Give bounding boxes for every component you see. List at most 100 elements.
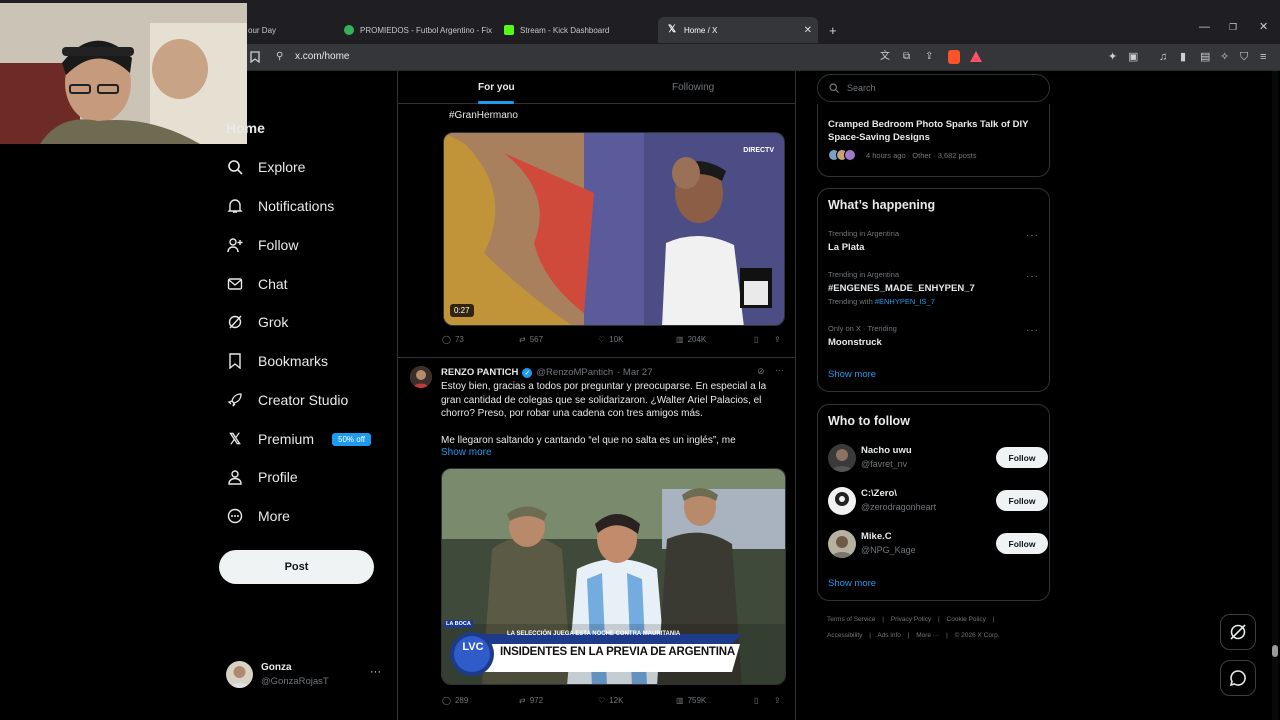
tweet-video[interactable]: DIRECTV 0:27 xyxy=(443,132,785,326)
tab-label: PROMIEDOS - Futbol Argentino - Fixture xyxy=(360,25,492,35)
trend-context: Trending in Argentina xyxy=(828,229,900,238)
nav-home[interactable]: Home xyxy=(226,113,265,143)
bookmark-page-icon[interactable] xyxy=(250,51,260,66)
trending-with-tag[interactable]: #ENHYPEN_IS_7 xyxy=(875,297,935,306)
translate-icon[interactable]: 文 xyxy=(880,52,890,62)
media-icon[interactable]: ♫ xyxy=(1159,52,1167,63)
cookie-link[interactable]: Cookie Policy xyxy=(947,616,986,623)
close-tab-icon[interactable]: ✕ xyxy=(804,25,812,36)
account-switcher[interactable]: Gonza @GonzaRojasT ··· xyxy=(226,660,386,690)
more-link[interactable]: More ··· xyxy=(916,632,939,639)
nav-premium[interactable]: 𝕏 Premium 50% off xyxy=(226,424,371,454)
menu-icon[interactable]: ≡ xyxy=(1260,52,1266,63)
nav-more[interactable]: More xyxy=(226,501,290,531)
like-button[interactable]: ♡ 10K xyxy=(598,335,623,344)
wallet-icon[interactable]: ▣ xyxy=(1128,52,1138,63)
terms-link[interactable]: Terms of Service xyxy=(827,616,875,623)
url-field[interactable]: x.com/home xyxy=(295,51,349,62)
follow-show-more-link[interactable]: Show more xyxy=(828,578,876,589)
share-button[interactable]: ⇪ xyxy=(774,335,781,344)
trend-item[interactable]: Only on X · Trending Moonstruck ··· xyxy=(818,321,1049,357)
show-more-link[interactable]: Show more xyxy=(441,447,492,458)
tweet-image[interactable]: LA BOCA LVC LA SELECCIÓN JUEGA ESTA NOCH… xyxy=(441,468,786,685)
tab-promiedos[interactable]: PROMIEDOS - Futbol Argentino - Fixture xyxy=(334,17,492,43)
tweet-hashtag[interactable]: #GranHermano xyxy=(449,109,518,123)
bookmark-button[interactable]: ▯ xyxy=(754,335,758,344)
trend-more-icon[interactable]: ··· xyxy=(1026,271,1039,282)
trends-show-more-link[interactable]: Show more xyxy=(828,369,876,380)
tweet-more-icon[interactable]: ··· xyxy=(775,365,784,375)
repost-button[interactable]: ⇄ 567 xyxy=(519,335,543,344)
privacy-link[interactable]: Privacy Policy xyxy=(891,616,931,623)
tweet-date[interactable]: · Mar 27 xyxy=(617,367,652,378)
like-button[interactable]: ♡ 12K xyxy=(598,696,623,705)
vpn-icon[interactable]: ⛉ xyxy=(1240,52,1248,63)
accessibility-link[interactable]: Accessibility xyxy=(827,632,862,639)
trend-item[interactable]: Trending in Argentina #ENGENES_MADE_ENHY… xyxy=(818,267,1049,311)
nav-follow[interactable]: Follow xyxy=(226,230,298,260)
nav-profile[interactable]: Profile xyxy=(226,462,298,492)
video-duration: 0:27 xyxy=(450,304,474,317)
follow-suggestion[interactable]: Mike.C @NPG_Kage Follow xyxy=(828,528,1048,562)
nav-grok[interactable]: Grok xyxy=(226,307,288,337)
site-settings-icon[interactable]: ⚲ xyxy=(276,52,283,62)
tab-kick[interactable]: Stream - Kick Dashboard xyxy=(494,17,654,43)
restore-icon[interactable]: ❐ xyxy=(1229,23,1237,32)
brave-rewards-icon[interactable] xyxy=(970,51,982,62)
leo-ai-icon[interactable]: ✧ xyxy=(1220,52,1229,63)
search-input[interactable]: Search xyxy=(817,74,1050,102)
news-card[interactable]: Cramped Bedroom Photo Sparks Talk of DIY… xyxy=(817,104,1050,177)
account-menu-icon[interactable]: ··· xyxy=(370,666,381,678)
open-external-icon[interactable]: ⧉ xyxy=(903,52,910,62)
share-button[interactable]: ⇪ xyxy=(774,696,781,705)
reply-button[interactable]: ◯ 73 xyxy=(442,335,464,344)
author-name[interactable]: RENZO PANTICH xyxy=(441,367,518,378)
trend-more-icon[interactable]: ··· xyxy=(1026,230,1039,241)
kick-favicon xyxy=(504,25,514,35)
tweet-header: RENZO PANTICH ✓ @RenzoMPantich · Mar 27 xyxy=(441,367,653,378)
follow-suggestion[interactable]: Nacho uwu @favret_nv Follow xyxy=(828,442,1048,476)
tab-following[interactable]: Following xyxy=(672,71,714,104)
brave-shield-icon[interactable] xyxy=(948,50,960,64)
tab-for-you[interactable]: For you xyxy=(478,71,515,104)
author-handle[interactable]: @RenzoMPantich xyxy=(536,367,613,378)
reply-button[interactable]: ◯ 289 xyxy=(442,696,468,705)
repost-button[interactable]: ⇄ 972 xyxy=(519,696,543,705)
follow-button[interactable]: Follow xyxy=(996,447,1048,468)
views-button[interactable]: ▥ 759K xyxy=(676,696,706,705)
trend-more-icon[interactable]: ··· xyxy=(1026,325,1039,336)
extensions-icon[interactable]: ✦ xyxy=(1108,52,1117,63)
grok-icon[interactable]: ⊘ xyxy=(757,366,765,377)
minimize-icon[interactable]: — xyxy=(1199,22,1210,33)
ads-info-link[interactable]: Ads info xyxy=(877,632,901,639)
views-button[interactable]: ▥ 204K xyxy=(676,335,706,344)
nav-creator-studio[interactable]: Creator Studio xyxy=(226,385,348,415)
follow-suggestion[interactable]: C:\Zero\ @zerodragonheart Follow xyxy=(828,485,1048,519)
trend-item[interactable]: Trending in Argentina La Plata ··· xyxy=(818,225,1049,261)
post-button[interactable]: Post xyxy=(219,550,374,584)
image-headline: INSIDENTES EN LA PREVIA DE ARGENTINA xyxy=(500,646,735,658)
reading-list-icon[interactable]: ▤ xyxy=(1200,52,1210,63)
tab-your-day[interactable]: our Day xyxy=(238,17,334,43)
scrollbar-thumb[interactable] xyxy=(1272,645,1278,657)
follow-button[interactable]: Follow xyxy=(996,490,1048,511)
sidebar-icon[interactable]: ▮ xyxy=(1180,52,1186,63)
nav-explore[interactable]: Explore xyxy=(226,152,305,182)
nav-bookmarks[interactable]: Bookmarks xyxy=(226,346,328,376)
tab-x-home[interactable]: 𝕏 Home / X ✕ xyxy=(658,17,818,43)
view-count: 204K xyxy=(687,335,707,344)
messages-floating-button[interactable] xyxy=(1220,660,1256,696)
nav-chat[interactable]: Chat xyxy=(226,269,288,299)
close-window-icon[interactable]: ✕ xyxy=(1259,22,1268,33)
follow-button[interactable]: Follow xyxy=(996,533,1048,554)
grok-floating-button[interactable] xyxy=(1220,614,1256,650)
share-icon[interactable]: ⇪ xyxy=(925,52,933,62)
nav-notifications[interactable]: Notifications xyxy=(226,191,334,221)
grok-icon xyxy=(226,313,244,331)
whats-happening-panel: What’s happening Trending in Argentina L… xyxy=(817,188,1050,392)
person-icon xyxy=(226,468,244,486)
author-avatar[interactable] xyxy=(410,366,432,388)
bookmark-button[interactable]: ▯ xyxy=(754,696,758,705)
scrollbar-track[interactable] xyxy=(1272,71,1278,720)
new-tab-button[interactable]: + xyxy=(829,24,837,37)
